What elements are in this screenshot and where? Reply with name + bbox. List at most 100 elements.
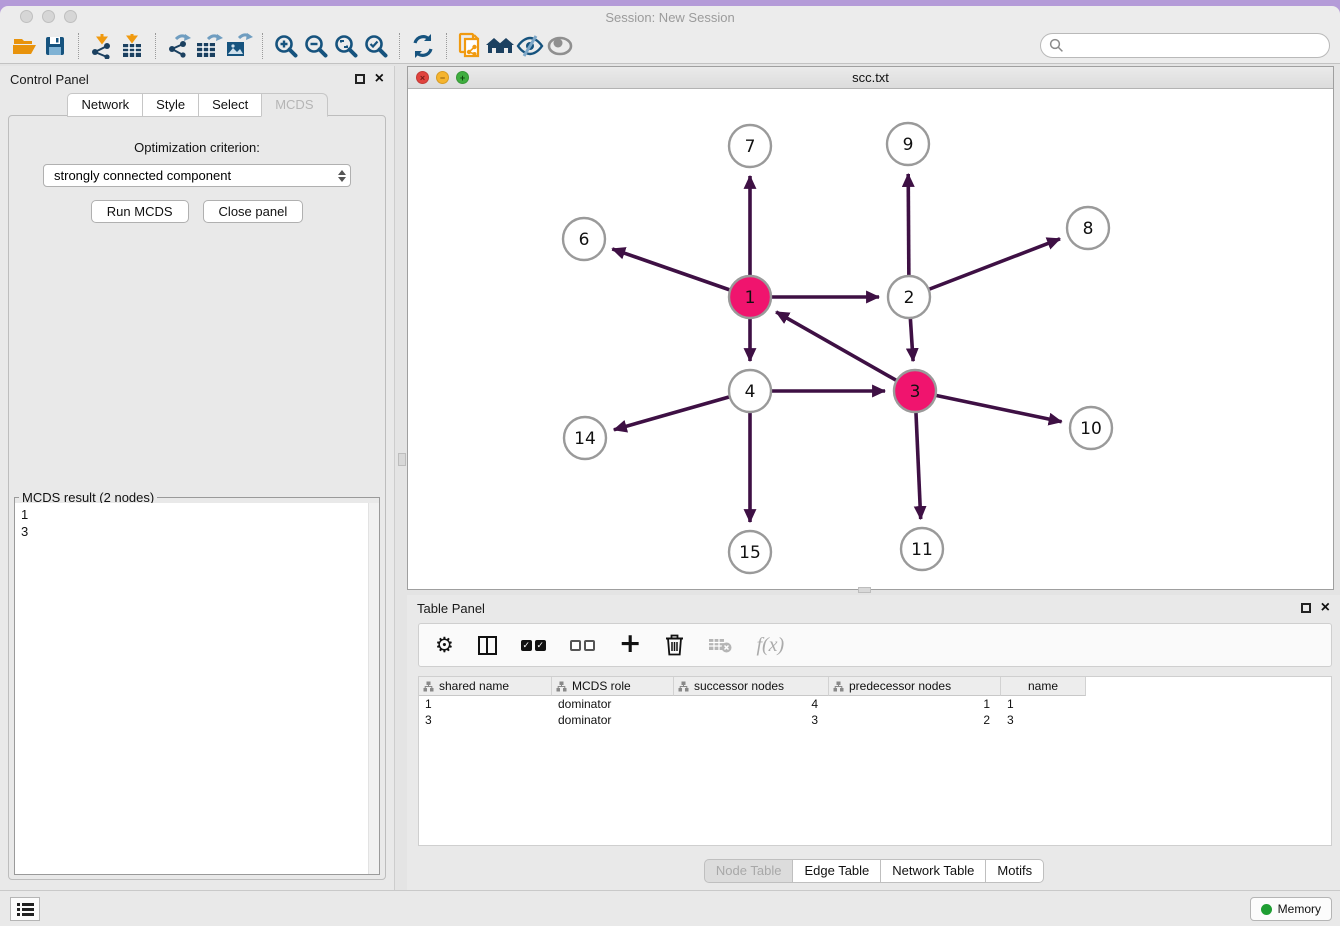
table-row[interactable]: 1 dominator 4 1 1	[419, 696, 1331, 712]
result-scrollbar[interactable]	[368, 503, 379, 874]
titlebar: Session: New Session	[0, 6, 1340, 28]
mcds-result-list: 1 3	[15, 503, 379, 874]
export-network-button[interactable]	[164, 31, 194, 61]
export-table-button[interactable]	[194, 31, 224, 61]
network-minimize-button[interactable]: −	[436, 71, 449, 84]
cell-shared-name[interactable]: 1	[419, 696, 552, 712]
network-window: × − + scc.txt 1234678910111415	[407, 66, 1334, 590]
cell-name[interactable]: 1	[1001, 696, 1086, 712]
graph-edge-3-1[interactable]	[776, 312, 915, 391]
tab-select[interactable]: Select	[198, 93, 262, 117]
eye-slash-icon	[516, 34, 544, 58]
task-history-button[interactable]	[10, 897, 40, 921]
graph-edge-2-8[interactable]	[909, 239, 1060, 297]
network-canvas[interactable]: 1234678910111415	[408, 89, 1333, 589]
tab-motifs[interactable]: Motifs	[985, 859, 1044, 883]
graph-node-label: 14	[574, 429, 596, 449]
close-panel-icon[interactable]: ×	[1321, 603, 1330, 613]
table-settings-icon[interactable]: ⚙	[435, 635, 454, 656]
close-window-button[interactable]	[20, 10, 33, 23]
control-panel-title: Control Panel	[10, 72, 89, 87]
column-header-predecessor-nodes[interactable]: predecessor nodes	[829, 677, 1001, 696]
mcds-result-item[interactable]: 1	[21, 506, 373, 523]
column-header-successor-nodes[interactable]: successor nodes	[674, 677, 829, 696]
control-panel-header: Control Panel ×	[0, 66, 394, 92]
close-panel-button[interactable]: Close panel	[203, 200, 304, 223]
clone-network-button[interactable]	[455, 31, 485, 61]
memory-label: Memory	[1278, 902, 1321, 916]
deselect-all-columns-icon[interactable]	[570, 640, 595, 651]
table-row[interactable]: 3 dominator 3 2 3	[419, 712, 1331, 728]
column-header-mcds-role[interactable]: MCDS role	[552, 677, 674, 696]
cell-successor-nodes[interactable]: 3	[674, 712, 829, 728]
close-panel-icon[interactable]: ×	[375, 74, 384, 84]
tab-edge-table[interactable]: Edge Table	[792, 859, 881, 883]
import-table-button[interactable]	[117, 31, 147, 61]
table-panel-header: Table Panel ×	[407, 595, 1340, 621]
cell-shared-name[interactable]: 3	[419, 712, 552, 728]
function-builder-icon[interactable]: f(x)	[756, 634, 784, 657]
cell-name[interactable]: 3	[1001, 712, 1086, 728]
column-header-shared-name[interactable]: shared name	[419, 677, 552, 696]
save-session-button[interactable]	[40, 31, 70, 61]
window-title: Session: New Session	[605, 10, 734, 25]
cell-predecessor-nodes[interactable]: 1	[829, 696, 1001, 712]
table-toolbar: ⚙ ✓✓ + f(x)	[418, 623, 1332, 667]
cell-mcds-role[interactable]: dominator	[552, 712, 674, 728]
table-panel-title: Table Panel	[417, 601, 485, 616]
network-zoom-button[interactable]: +	[456, 71, 469, 84]
mcds-result-item[interactable]: 3	[21, 523, 373, 540]
column-header-name[interactable]: name	[1001, 677, 1086, 696]
import-network-button[interactable]	[87, 31, 117, 61]
float-panel-icon[interactable]	[355, 74, 365, 84]
tab-network-table[interactable]: Network Table	[880, 859, 986, 883]
add-column-icon[interactable]: +	[619, 630, 642, 657]
save-icon	[43, 34, 67, 58]
open-session-button[interactable]	[10, 31, 40, 61]
split-columns-icon[interactable]	[478, 636, 497, 655]
refresh-styles-button[interactable]	[408, 31, 438, 61]
graph-node-label: 1	[745, 288, 756, 308]
tab-node-table[interactable]: Node Table	[704, 859, 794, 883]
export-network-icon	[166, 33, 192, 59]
cell-mcds-role[interactable]: dominator	[552, 696, 674, 712]
memory-button[interactable]: Memory	[1250, 897, 1332, 921]
select-all-columns-icon[interactable]: ✓✓	[521, 640, 546, 651]
run-mcds-button[interactable]: Run MCDS	[91, 200, 189, 223]
graph-node-label: 3	[910, 382, 921, 402]
delete-table-icon[interactable]	[708, 637, 732, 653]
zoom-in-button[interactable]	[271, 31, 301, 61]
search-box	[1040, 33, 1330, 58]
graph-node-label: 9	[903, 135, 914, 155]
export-image-button[interactable]	[224, 31, 254, 61]
network-close-button[interactable]: ×	[416, 71, 429, 84]
reset-home-button[interactable]	[485, 31, 515, 61]
zoom-selected-button[interactable]	[361, 31, 391, 61]
zoom-out-button[interactable]	[301, 31, 331, 61]
show-panels-button[interactable]	[545, 31, 575, 61]
tab-network[interactable]: Network	[67, 93, 143, 117]
toolbar-separator	[262, 33, 263, 59]
traffic-lights	[20, 10, 77, 23]
status-bar: Memory	[0, 890, 1340, 926]
graph-node-label: 2	[904, 288, 915, 308]
graph-edge-3-10[interactable]	[915, 391, 1062, 422]
horizontal-splitter-handle[interactable]	[858, 587, 871, 593]
criterion-select[interactable]: strongly connected component	[43, 164, 351, 187]
tab-style[interactable]: Style	[142, 93, 199, 117]
cell-predecessor-nodes[interactable]: 2	[829, 712, 1001, 728]
network-graph[interactable]: 1234678910111415	[408, 89, 1333, 589]
maximize-window-button[interactable]	[64, 10, 77, 23]
zoom-fit-icon	[333, 33, 359, 59]
search-input[interactable]	[1040, 33, 1330, 58]
zoom-fit-button[interactable]	[331, 31, 361, 61]
delete-column-icon[interactable]	[665, 634, 684, 656]
tab-mcds[interactable]: MCDS	[261, 93, 327, 117]
open-folder-icon	[12, 34, 38, 58]
float-panel-icon[interactable]	[1301, 603, 1311, 613]
hide-panels-button[interactable]	[515, 31, 545, 61]
cell-successor-nodes[interactable]: 4	[674, 696, 829, 712]
column-type-icon	[556, 681, 567, 692]
vertical-splitter-handle[interactable]	[398, 453, 406, 466]
minimize-window-button[interactable]	[42, 10, 55, 23]
